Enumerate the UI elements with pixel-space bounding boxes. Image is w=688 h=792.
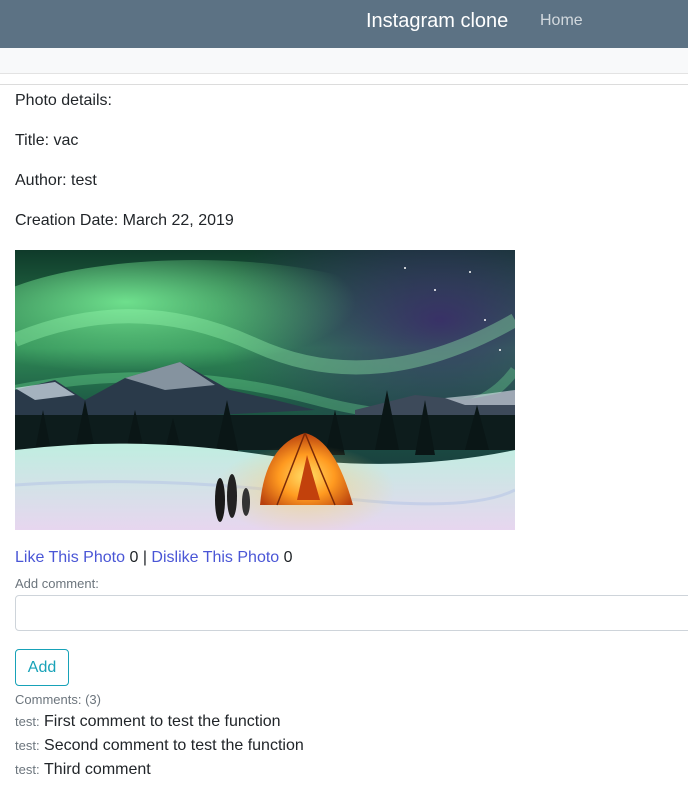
comment-input[interactable]: [15, 595, 688, 631]
add-comment-button[interactable]: Add: [15, 649, 69, 686]
photo-creation-date: Creation Date: March 22, 2019: [15, 212, 234, 229]
comments-header: Comments: (3): [15, 692, 101, 707]
photo-title: Title: vac: [15, 132, 79, 149]
navbar: Instagram clone Home: [0, 0, 688, 48]
vote-separator: |: [142, 549, 147, 566]
dislike-photo-link[interactable]: Dislike This Photo: [151, 549, 279, 566]
comment-author: test:: [15, 762, 40, 777]
dislike-count: 0: [283, 549, 293, 566]
add-comment-label: Add comment:: [15, 576, 99, 591]
photo-details-heading: Photo details:: [15, 92, 112, 109]
like-count: 0: [129, 549, 139, 566]
comment-item: test: Third comment: [15, 760, 151, 780]
brand-title[interactable]: Instagram clone: [366, 9, 508, 33]
aurora-camping-photo: [15, 250, 515, 530]
content-divider: [0, 84, 688, 85]
comment-text: First comment to test the function: [44, 713, 281, 730]
comment-text: Second comment to test the function: [44, 737, 304, 754]
like-photo-link[interactable]: Like This Photo: [15, 549, 125, 566]
photo-author: Author: test: [15, 172, 97, 189]
comment-author: test:: [15, 738, 40, 753]
vote-row: Like This Photo 0 | Dislike This Photo 0: [15, 548, 293, 568]
comment-item: test: First comment to test the function: [15, 712, 281, 732]
secondary-bar: [0, 48, 688, 74]
comment-text: Third comment: [44, 761, 151, 778]
nav-link-home[interactable]: Home: [540, 11, 583, 31]
comment-author: test:: [15, 714, 40, 729]
comment-item: test: Second comment to test the functio…: [15, 736, 304, 756]
